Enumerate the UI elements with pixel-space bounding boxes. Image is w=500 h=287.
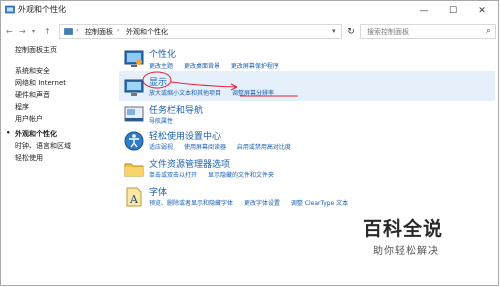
- nav-item-appearance-label: 外观和个性化: [15, 130, 57, 138]
- links-file-explorer: 单击或双击以打开 显示隐藏的文件和文件夹: [149, 170, 283, 179]
- fonts-icon: A: [126, 187, 142, 207]
- svg-text:A: A: [129, 193, 139, 206]
- link-screen-reader[interactable]: 使用屏幕阅读器: [184, 144, 226, 151]
- link-cleartype[interactable]: 调整 ClearType 文本: [291, 200, 348, 207]
- link-preview-fonts[interactable]: 预览、删除或者显示和隐藏字体: [149, 200, 233, 207]
- category-title-fonts[interactable]: 字体: [149, 185, 167, 198]
- links-taskbar: 导航属性: [149, 116, 182, 125]
- personalization-icon: [124, 50, 144, 67]
- nav-item-user-accounts[interactable]: 用户帐户: [15, 114, 43, 124]
- breadcrumb-control-panel[interactable]: 控制面板: [85, 27, 113, 37]
- link-low-vision[interactable]: 适应弱视: [149, 144, 173, 151]
- ease-of-access-icon: [124, 131, 144, 151]
- close-button[interactable]: ✕: [467, 1, 497, 21]
- refresh-icon[interactable]: ↻: [344, 25, 358, 39]
- category-title-file-explorer[interactable]: 文件资源管理器选项: [149, 157, 230, 170]
- nav-item-network[interactable]: 网络和 Internet: [15, 78, 66, 88]
- nav-item-programs[interactable]: 程序: [15, 102, 29, 112]
- maximize-button[interactable]: ☐: [438, 1, 468, 21]
- nav-item-ease-of-access[interactable]: 轻松使用: [15, 153, 43, 163]
- folder-options-icon: [124, 163, 144, 177]
- link-navigation-properties[interactable]: 导航属性: [149, 118, 173, 125]
- category-title-personalization[interactable]: 个性化: [149, 47, 176, 60]
- title-bar[interactable]: 外观和个性化 — ☐ ✕: [1, 1, 499, 21]
- links-ease-of-access: 适应弱视 使用屏幕阅读器 启用或禁用高对比度: [149, 142, 300, 151]
- annotation-ellipse: [142, 71, 172, 89]
- address-row: ← → ▾ ↑ › 控制面板 › 外观和个性化 ▾ ↻ 搜索控制面板 ⌕: [1, 22, 499, 42]
- recent-chevron-icon[interactable]: ▾: [32, 25, 35, 39]
- up-arrow-icon[interactable]: ↑: [44, 25, 51, 39]
- search-icon[interactable]: ⌕: [486, 26, 491, 36]
- annotation-arrow: [170, 81, 238, 88]
- link-high-contrast[interactable]: 启用或禁用高对比度: [237, 144, 291, 151]
- link-click-open[interactable]: 单击或双击以打开: [149, 172, 197, 179]
- nav-item-hardware-sound[interactable]: 硬件和声音: [15, 90, 50, 100]
- search-placeholder: 搜索控制面板: [367, 28, 409, 36]
- nav-item-home[interactable]: 控制面板主页: [15, 45, 57, 55]
- control-panel-icon: [5, 5, 15, 14]
- nav-item-clock-region[interactable]: 时钟、语言和区域: [15, 141, 71, 151]
- annotation-overlay: [142, 71, 298, 97]
- watermark-subtitle: 助你轻松解决: [373, 246, 439, 257]
- address-bar[interactable]: › 控制面板 › 外观和个性化 ▾: [59, 24, 342, 39]
- link-hidden-files[interactable]: 显示隐藏的文件和文件夹: [208, 172, 274, 179]
- minimize-button[interactable]: —: [409, 1, 439, 21]
- address-dropdown-icon[interactable]: ▾: [332, 27, 336, 35]
- breadcrumb-separator-icon: ›: [76, 27, 79, 34]
- links-fonts: 预览、删除或者显示和隐藏字体 更改字体设置 调整 ClearType 文本: [149, 198, 357, 207]
- active-bullet-icon: •: [6, 129, 11, 137]
- control-panel-small-icon: [64, 28, 73, 35]
- watermark-title: 百科全说: [363, 218, 444, 240]
- nav-item-appearance[interactable]: • 外观和个性化: [6, 129, 57, 139]
- back-arrow-icon[interactable]: ←: [6, 25, 13, 39]
- taskbar-icon: [124, 106, 144, 122]
- link-font-settings[interactable]: 更改字体设置: [244, 200, 280, 207]
- breadcrumb-appearance[interactable]: 外观和个性化: [126, 27, 168, 37]
- nav-item-system-security[interactable]: 系统和安全: [15, 66, 50, 76]
- search-input[interactable]: 搜索控制面板 ⌕: [360, 24, 496, 39]
- forward-arrow-icon[interactable]: →: [19, 25, 26, 39]
- category-title-taskbar[interactable]: 任务栏和导航: [149, 103, 203, 116]
- control-panel-window: 外观和个性化 — ☐ ✕ ← → ▾ ↑ › 控制面板 › 外观和个性化 ▾ ↻…: [0, 0, 499, 286]
- category-title-ease-of-access[interactable]: 轻松使用设置中心: [149, 129, 221, 142]
- breadcrumb-separator-icon: ›: [117, 27, 120, 34]
- window-title: 外观和个性化: [18, 5, 66, 14]
